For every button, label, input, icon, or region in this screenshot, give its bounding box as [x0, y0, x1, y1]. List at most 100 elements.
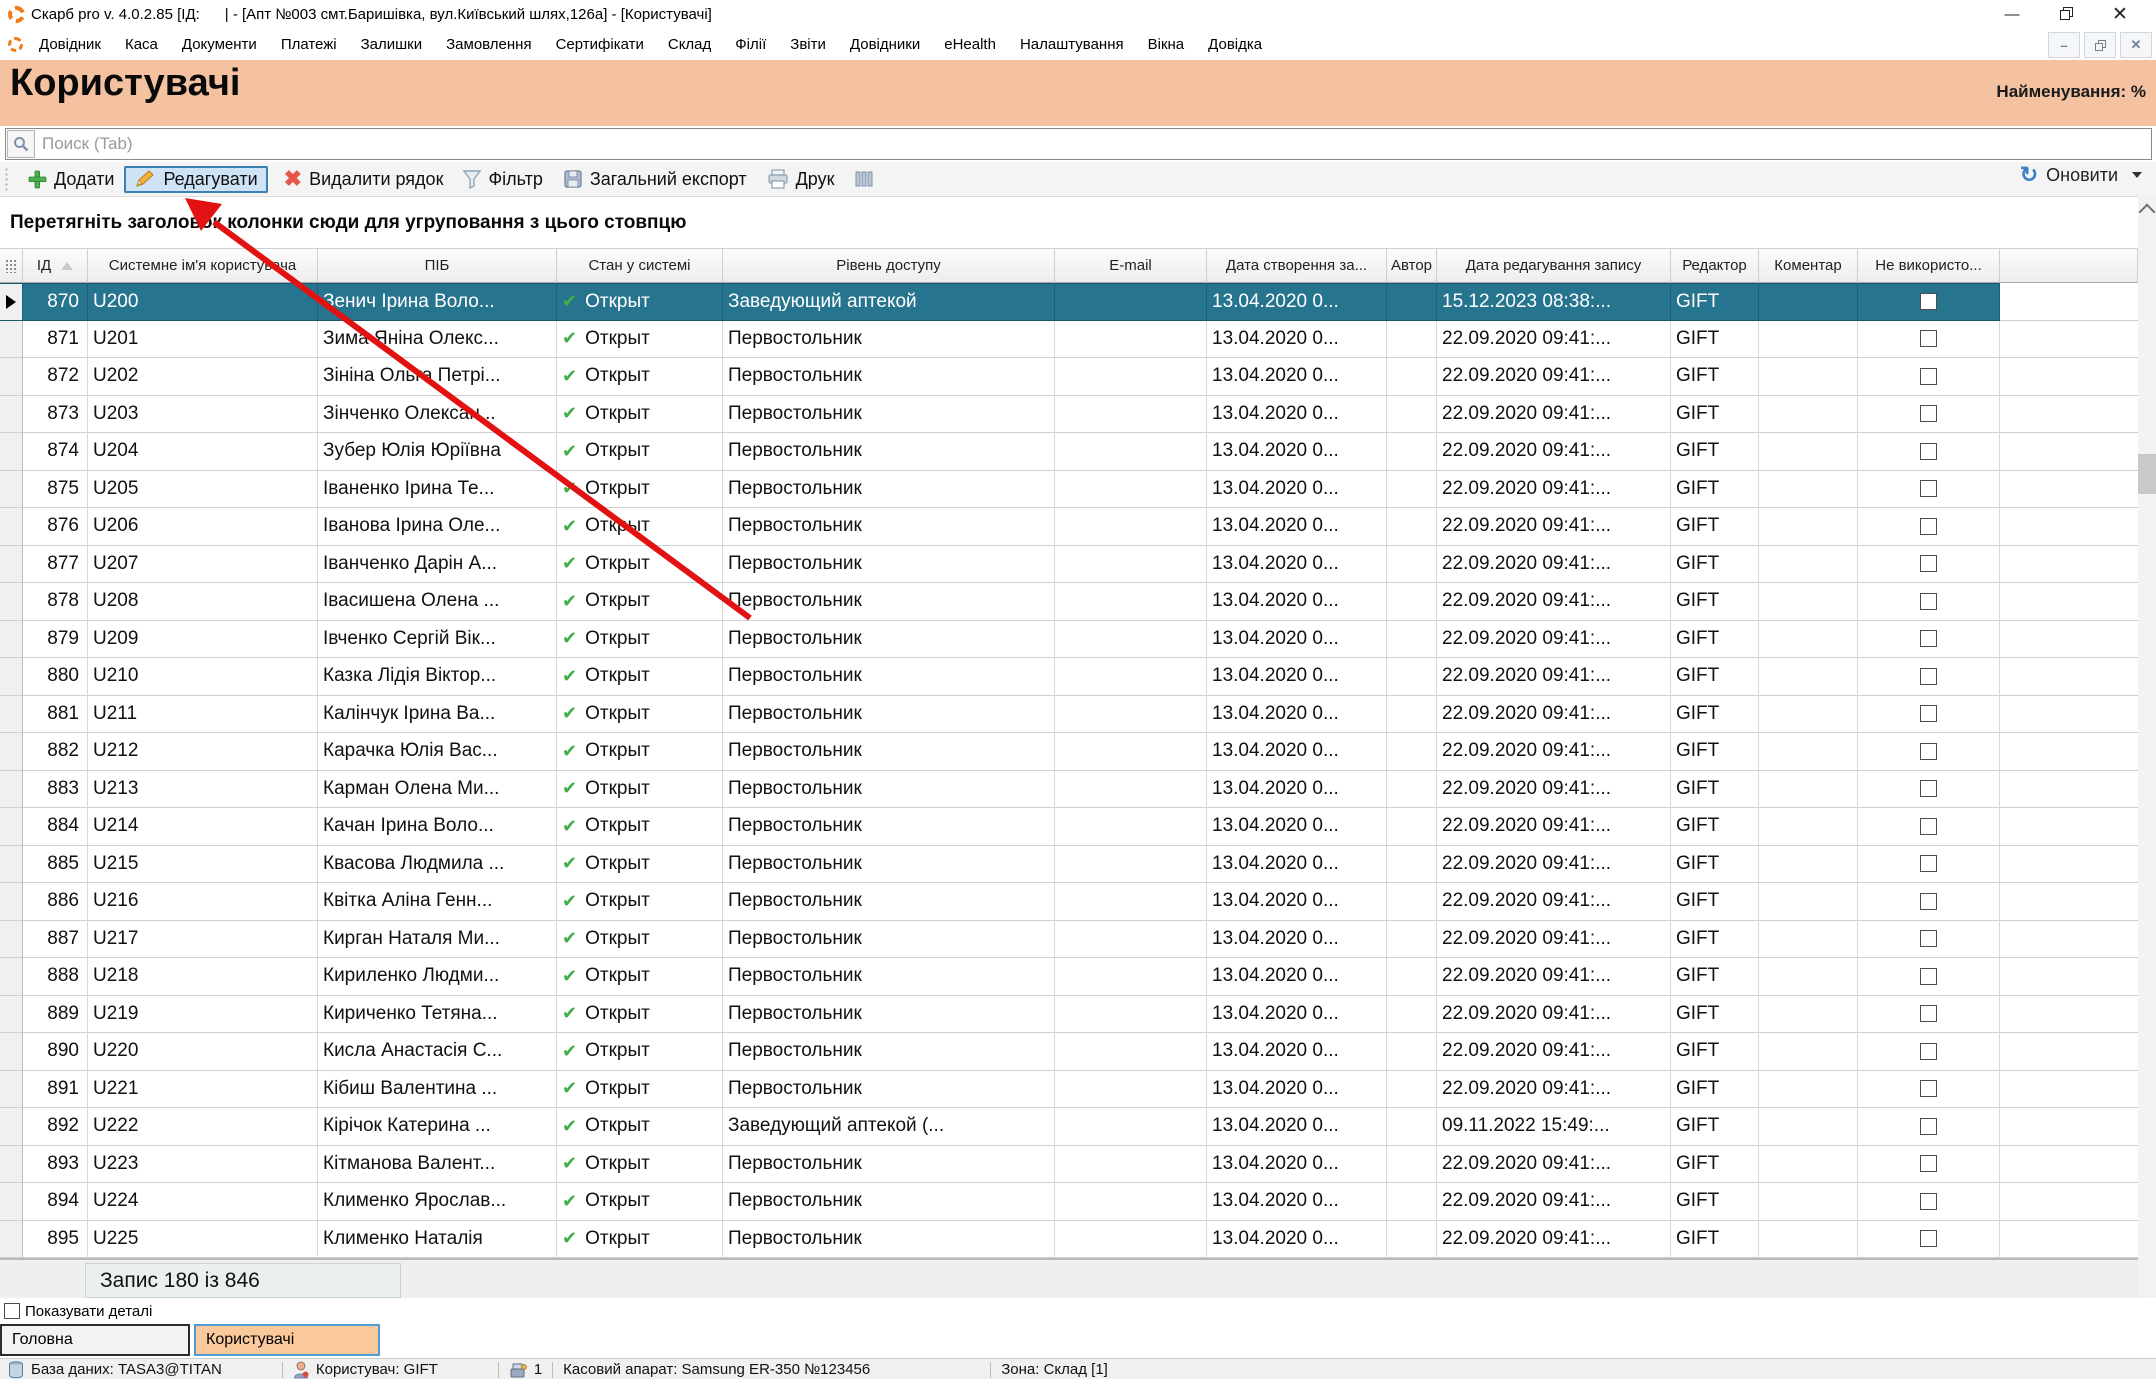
table-row[interactable]: 878U208Івасишена Олена ...✔ОткрытПервост… [0, 583, 2138, 621]
delete-row-button[interactable]: ✖ Видалити рядок [274, 165, 454, 193]
not-used-checkbox[interactable] [1920, 368, 1937, 385]
not-used-checkbox[interactable] [1920, 930, 1937, 947]
columns-button[interactable] [844, 166, 884, 192]
table-row[interactable]: 875U205Іваненко Ірина Те...✔ОткрытПервос… [0, 471, 2138, 509]
column-header-state[interactable]: Стан у системі [557, 248, 723, 283]
cell-unused[interactable] [1858, 321, 2000, 359]
menu-item-5[interactable]: Залишки [349, 32, 435, 57]
table-row[interactable]: 888U218Кириленко Людми...✔ОткрытПервосто… [0, 958, 2138, 996]
table-row[interactable]: 882U212Карачка Юлія Вас...✔ОткрытПервост… [0, 733, 2138, 771]
cell-unused[interactable] [1858, 283, 2000, 321]
search-bar[interactable]: Поиск (Tab) [5, 128, 2152, 160]
column-header-created[interactable]: Дата створення за... [1207, 248, 1387, 283]
column-header-comment[interactable]: Коментар [1759, 248, 1858, 283]
cell-unused[interactable] [1858, 1183, 2000, 1221]
scroll-up-icon[interactable] [2139, 204, 2156, 221]
not-used-checkbox[interactable] [1920, 480, 1937, 497]
not-used-checkbox[interactable] [1920, 818, 1937, 835]
menu-item-4[interactable]: Платежі [269, 32, 349, 57]
close-button[interactable]: ✕ [2110, 3, 2130, 26]
table-row[interactable]: 883U213Карман Олена Ми...✔ОткрытПервосто… [0, 771, 2138, 809]
table-row[interactable]: 889U219Кириченко Тетяна...✔ОткрытПервост… [0, 996, 2138, 1034]
menu-item-9[interactable]: Філії [723, 32, 778, 57]
cell-unused[interactable] [1858, 471, 2000, 509]
cell-unused[interactable] [1858, 621, 2000, 659]
cell-unused[interactable] [1858, 771, 2000, 809]
menu-item-8[interactable]: Склад [656, 32, 723, 57]
cell-unused[interactable] [1858, 733, 2000, 771]
not-used-checkbox[interactable] [1920, 630, 1937, 647]
table-row[interactable]: 871U201Зима Яніна Олекс...✔ОткрытПервост… [0, 321, 2138, 359]
cell-unused[interactable] [1858, 396, 2000, 434]
not-used-checkbox[interactable] [1920, 1193, 1937, 1210]
table-row[interactable]: 874U204Зубер Юлія Юріївна✔ОткрытПервосто… [0, 433, 2138, 471]
table-row[interactable]: 884U214Качан Ірина Воло...✔ОткрытПервост… [0, 808, 2138, 846]
not-used-checkbox[interactable] [1920, 1005, 1937, 1022]
not-used-checkbox[interactable] [1920, 555, 1937, 572]
column-header-name[interactable]: ПІБ [318, 248, 557, 283]
cell-unused[interactable] [1858, 546, 2000, 584]
mdi-close-button[interactable]: ✕ [2120, 32, 2152, 58]
table-row[interactable]: 892U222Кірічок Катерина ...✔ОткрытЗаведу… [0, 1108, 2138, 1146]
not-used-checkbox[interactable] [1920, 518, 1937, 535]
restore-button[interactable] [2056, 6, 2076, 23]
menu-item-13[interactable]: Налаштування [1008, 32, 1136, 57]
vertical-scrollbar[interactable] [2138, 196, 2156, 1332]
cell-unused[interactable] [1858, 658, 2000, 696]
not-used-checkbox[interactable] [1920, 1080, 1937, 1097]
minimize-button[interactable]: — [2002, 6, 2022, 23]
mdi-minimize-button[interactable]: – [2048, 32, 2080, 58]
table-row[interactable]: 873U203Зінченко Олексан...✔ОткрытПервост… [0, 396, 2138, 434]
table-row[interactable]: 886U216Квітка Аліна Генн...✔ОткрытПервос… [0, 883, 2138, 921]
not-used-checkbox[interactable] [1920, 405, 1937, 422]
cell-unused[interactable] [1858, 883, 2000, 921]
refresh-button[interactable]: ↻ Оновити [2020, 164, 2142, 186]
table-row[interactable]: 880U210Казка Лідія Віктор...✔ОткрытПерво… [0, 658, 2138, 696]
column-header-email[interactable]: E-mail [1055, 248, 1207, 283]
not-used-checkbox[interactable] [1920, 668, 1937, 685]
menu-item-6[interactable]: Замовлення [434, 32, 543, 57]
export-button[interactable]: Загальний експорт [553, 166, 757, 193]
table-corner-cell[interactable] [0, 248, 23, 283]
not-used-checkbox[interactable] [1920, 705, 1937, 722]
menu-item-10[interactable]: Звіти [778, 32, 838, 57]
column-header-id[interactable]: ІД [23, 248, 88, 283]
not-used-checkbox[interactable] [1920, 893, 1937, 910]
menu-item-15[interactable]: Довідка [1196, 32, 1274, 57]
search-input[interactable]: Поиск (Tab) [42, 134, 133, 154]
cell-unused[interactable] [1858, 958, 2000, 996]
column-header-sys[interactable]: Системне ім'я користувача [88, 248, 318, 283]
not-used-checkbox[interactable] [1920, 968, 1937, 985]
column-header-level[interactable]: Рівень доступу [723, 248, 1055, 283]
column-header-unused[interactable]: Не використо... [1858, 248, 2000, 283]
table-row[interactable]: 895U225Клименко Наталія✔ОткрытПервостоль… [0, 1221, 2138, 1259]
menu-item-7[interactable]: Сертифікати [544, 32, 656, 57]
not-used-checkbox[interactable] [1920, 1155, 1937, 1172]
table-row[interactable]: 894U224Клименко Ярослав...✔ОткрытПервост… [0, 1183, 2138, 1221]
filter-button[interactable]: Фільтр [453, 166, 552, 193]
toolbar-grip[interactable] [4, 167, 9, 191]
show-details-checkbox[interactable] [4, 1303, 20, 1319]
cell-unused[interactable] [1858, 1033, 2000, 1071]
table-row[interactable]: 885U215Квасова Людмила ...✔ОткрытПервост… [0, 846, 2138, 884]
not-used-checkbox[interactable] [1920, 443, 1937, 460]
cell-unused[interactable] [1858, 696, 2000, 734]
menu-item-14[interactable]: Вікна [1136, 32, 1197, 57]
tab-korystuvachi[interactable]: Користувачі [194, 1324, 380, 1356]
menu-item-3[interactable]: Документи [170, 32, 269, 57]
cell-unused[interactable] [1858, 433, 2000, 471]
cell-unused[interactable] [1858, 1221, 2000, 1259]
cell-unused[interactable] [1858, 1108, 2000, 1146]
menu-item-1[interactable]: Довідник [27, 32, 113, 57]
not-used-checkbox[interactable] [1920, 593, 1937, 610]
menu-item-12[interactable]: eHealth [932, 32, 1008, 57]
menu-item-11[interactable]: Довідники [838, 32, 932, 57]
cell-unused[interactable] [1858, 1146, 2000, 1184]
table-row[interactable]: 879U209Івченко Сергій Вік...✔ОткрытПерво… [0, 621, 2138, 659]
not-used-checkbox[interactable] [1920, 743, 1937, 760]
not-used-checkbox[interactable] [1920, 855, 1937, 872]
print-button[interactable]: Друк [757, 166, 845, 193]
not-used-checkbox[interactable] [1920, 1230, 1937, 1247]
cell-unused[interactable] [1858, 846, 2000, 884]
not-used-checkbox[interactable] [1920, 293, 1937, 310]
